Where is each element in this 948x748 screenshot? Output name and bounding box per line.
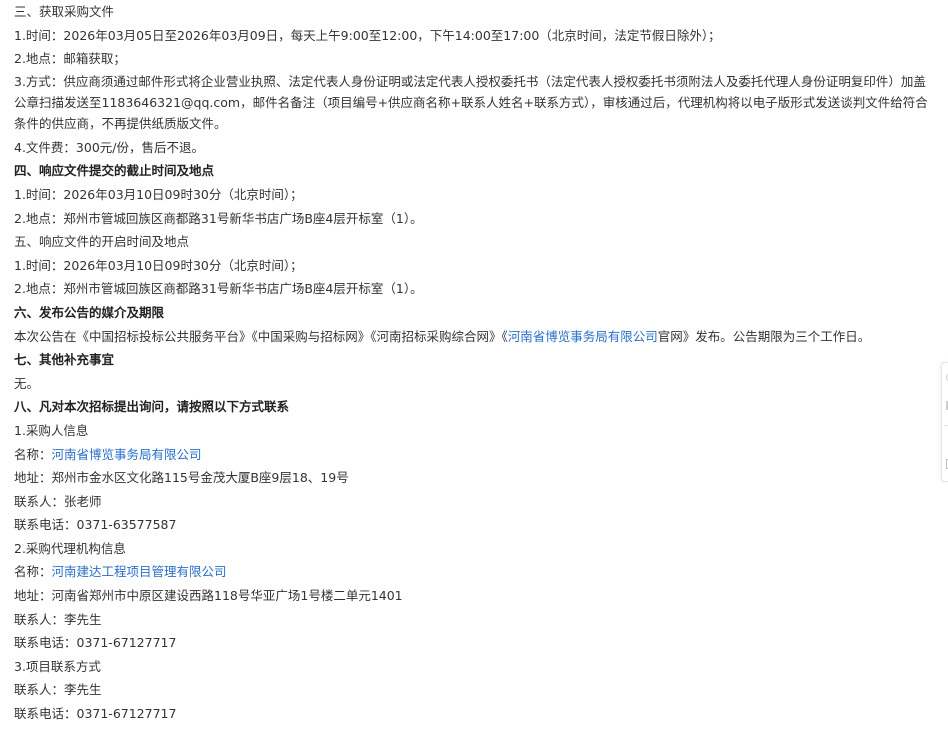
agency-phone: 联系电话：0371-67127717 — [14, 635, 177, 651]
agency-heading: 2.采购代理机构信息 — [14, 540, 126, 556]
purchaser-heading: 1.采购人信息 — [14, 422, 89, 438]
announcement-document: 三、获取采购文件 1.时间：2026年03月05日至2026年03月09日，每天… — [14, 0, 934, 726]
agency-name-link[interactable]: 河南建达工程项目管理有限公司 — [52, 564, 227, 579]
section-4-place: 2.地点：郑州市管城回族区商都路31号新华书店广场B座4层开标室（1）。 — [14, 210, 423, 226]
section-7-title: 七、其他补充事宜 — [14, 352, 115, 368]
project-phone: 联系电话：0371-67127717 — [14, 706, 177, 722]
section-6-title: 六、发布公告的媒介及期限 — [14, 304, 165, 320]
project-contact: 联系人：李先生 — [14, 682, 102, 698]
section-3-method: 3.方式：供应商须通过邮件形式将企业营业执照、法定代表人身份证明或法定代表人授权… — [14, 73, 928, 131]
section-4-time: 1.时间：2026年03月10日09时30分（北京时间）； — [14, 186, 303, 202]
purchaser-name: 名称：河南省博览事务局有限公司 — [14, 443, 934, 467]
section-3-title: 三、获取采购文件 — [14, 4, 115, 19]
purchaser-name-label: 名称： — [14, 446, 52, 462]
purchaser-name-link[interactable]: 河南省博览事务局有限公司 — [52, 447, 202, 462]
agency-address: 地址：河南省郑州市中原区建设西路118号华亚广场1号楼二单元1401 — [14, 588, 403, 604]
section-5-title: 五、响应文件的开启时间及地点 — [14, 234, 190, 250]
section-6-org-link[interactable]: 河南省博览事务局有限公司 — [508, 329, 658, 344]
section-5-place: 2.地点：郑州市管城回族区商都路31号新华书店广场B座4层开标室（1）。 — [14, 281, 423, 297]
section-6-text-after: 官网》发布。公告期限为三个工作日。 — [657, 328, 871, 344]
agency-contact: 联系人：李先生 — [14, 611, 102, 627]
toolbar-divider — [944, 425, 948, 426]
project-contact-heading: 3.项目联系方式 — [14, 658, 101, 674]
section-5-time: 1.时间：2026年03月10日09时30分（北京时间）； — [14, 257, 303, 273]
purchaser-contact: 联系人：张老师 — [14, 493, 102, 509]
section-3-fee: 4.文件费：300元/份，售后不退。 — [14, 139, 204, 155]
agency-name-label: 名称： — [14, 564, 52, 580]
purchaser-address: 地址：郑州市金水区文化路115号金茂大厦B座9层18、19号 — [14, 470, 349, 486]
section-8-title: 八、凡对本次招标提出询问，请按照以下方式联系 — [14, 399, 290, 415]
floating-side-toolbar[interactable] — [941, 362, 948, 482]
section-6-text-before: 本次公告在《中国招标投标公共服务平台》《中国采购与招标网》《河南招标采购综合网》… — [14, 328, 508, 344]
section-3-time: 1.时间：2026年03月05日至2026年03月09日，每天上午9:00至12… — [14, 27, 721, 43]
section-6-text: 本次公告在《中国招标投标公共服务平台》《中国采购与招标网》《河南招标采购综合网》… — [14, 325, 934, 349]
section-4-title: 四、响应文件提交的截止时间及地点 — [14, 163, 215, 179]
section-7-text: 无。 — [14, 375, 40, 391]
purchaser-phone: 联系电话：0371-63577587 — [14, 517, 177, 533]
section-3-place: 2.地点：邮箱获取； — [14, 51, 126, 67]
agency-name: 名称：河南建达工程项目管理有限公司 — [14, 560, 934, 584]
